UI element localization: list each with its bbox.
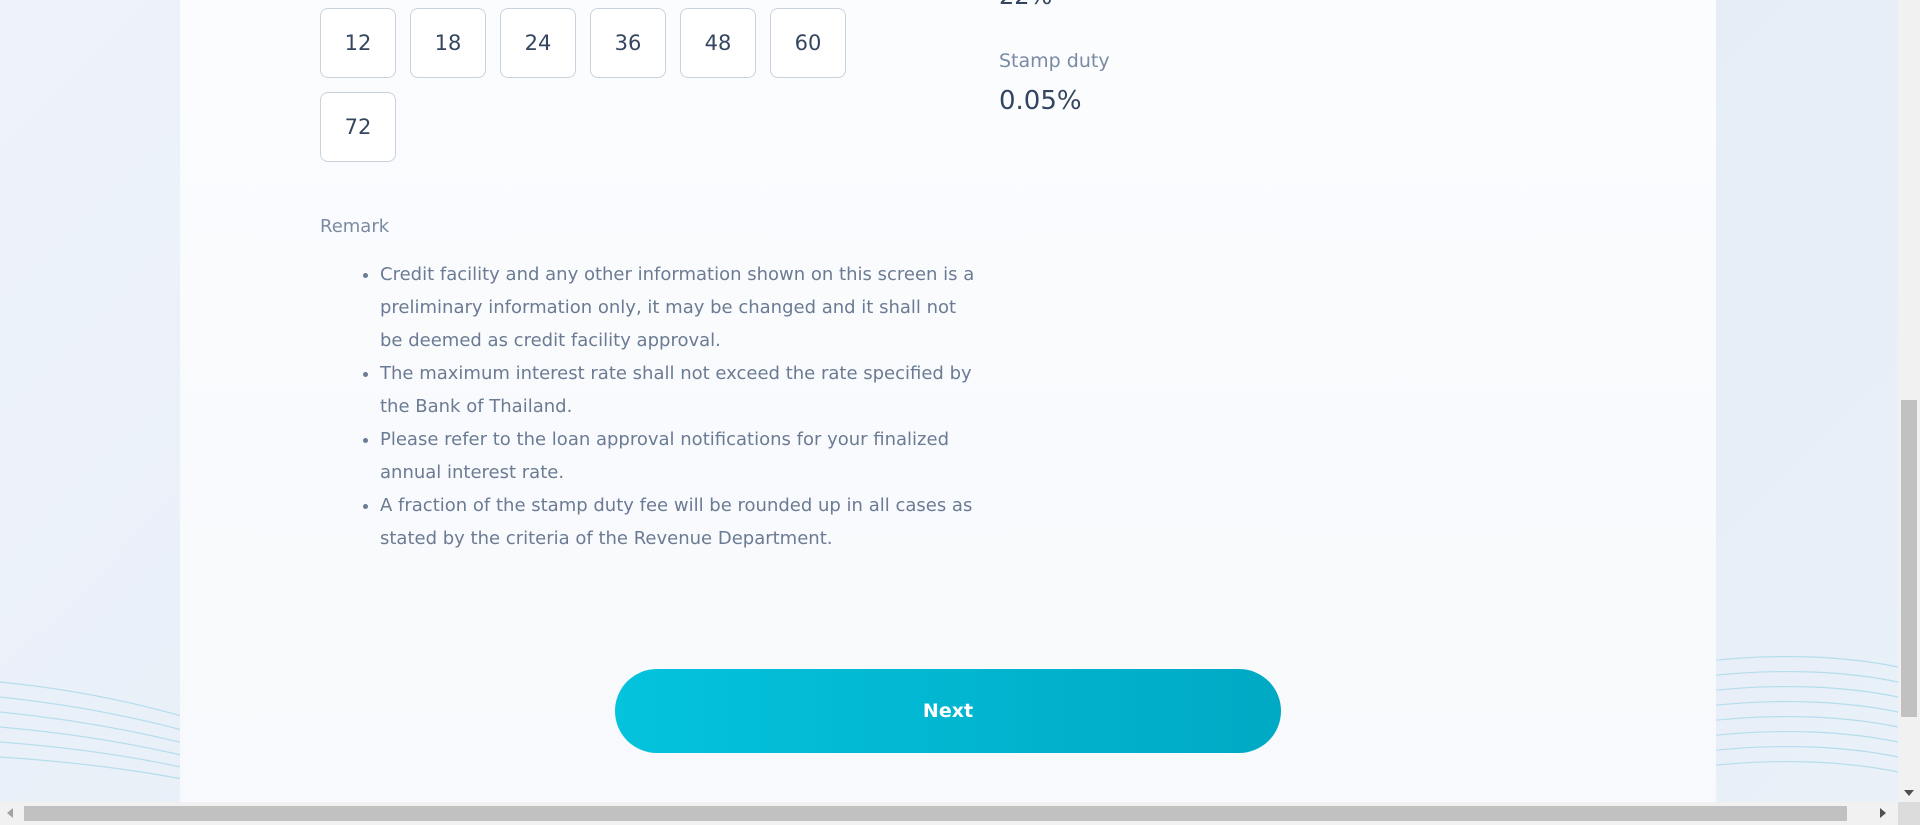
scrollbar-corner	[1898, 802, 1920, 825]
remark-title: Remark	[320, 216, 390, 237]
next-button[interactable]: Next	[615, 669, 1281, 753]
term-option-72[interactable]: 72	[320, 92, 396, 162]
term-option-12[interactable]: 12	[320, 8, 396, 78]
stamp-duty-label: Stamp duty	[999, 50, 1110, 72]
vertical-scrollbar[interactable]	[1898, 0, 1920, 802]
horizontal-scrollbar[interactable]	[0, 802, 1920, 825]
scroll-left-icon[interactable]	[7, 808, 13, 818]
term-option-60[interactable]: 60	[770, 8, 846, 78]
term-option-18[interactable]: 18	[410, 8, 486, 78]
stamp-duty-value: 0.05%	[999, 86, 1082, 116]
term-option-48[interactable]: 48	[680, 8, 756, 78]
vertical-scrollbar-thumb[interactable]	[1901, 400, 1917, 717]
remark-item: A fraction of the stamp duty fee will be…	[380, 489, 980, 555]
term-option-36[interactable]: 36	[590, 8, 666, 78]
scroll-down-icon[interactable]	[1904, 790, 1914, 796]
term-option-24[interactable]: 24	[500, 8, 576, 78]
loan-details-card: 12 18 24 36 48 60 72 22% Stamp duty 0.05…	[180, 0, 1716, 802]
remark-item: Credit facility and any other informatio…	[380, 258, 980, 357]
remark-item: Please refer to the loan approval notifi…	[380, 423, 980, 489]
interest-rate-value: 22%	[999, 0, 1052, 10]
remark-item: The maximum interest rate shall not exce…	[380, 357, 980, 423]
scroll-right-icon[interactable]	[1880, 808, 1886, 818]
remark-list: Credit facility and any other informatio…	[320, 258, 980, 555]
horizontal-scrollbar-thumb[interactable]	[24, 806, 1847, 821]
